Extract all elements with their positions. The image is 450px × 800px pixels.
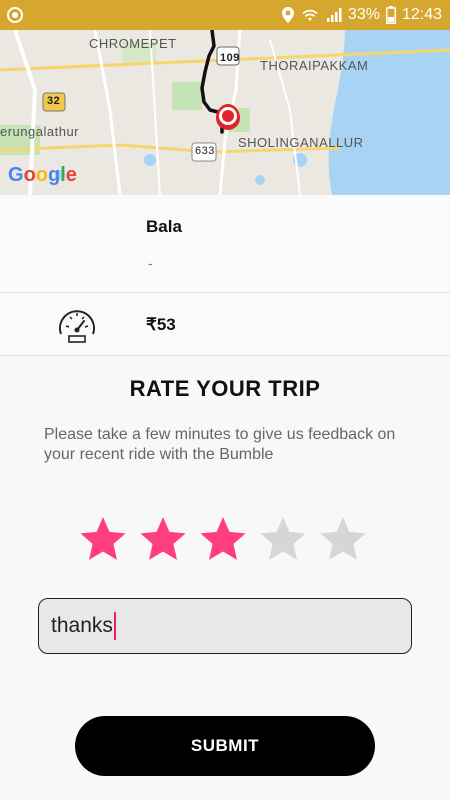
app-notification-icon	[7, 7, 23, 23]
map-label-thoraipakkam: THORAIPAKKAM	[260, 58, 369, 73]
map-label-chromepet: CHROMEPET	[89, 36, 177, 51]
feedback-input[interactable]: thanks	[38, 598, 412, 654]
submit-button[interactable]: SUBMIT	[75, 716, 375, 776]
battery-percent: 33%	[347, 6, 380, 23]
rate-title: RATE YOUR TRIP	[129, 376, 321, 401]
driver-subtitle: -	[148, 255, 153, 271]
battery-icon	[385, 6, 396, 24]
clock: 12:43	[401, 6, 442, 23]
google-logo: Google	[8, 164, 77, 186]
map-label-sholinganallur: SHOLINGANALLUR	[238, 135, 364, 150]
driver-info: Bala -	[0, 195, 450, 293]
text-cursor	[113, 612, 116, 640]
wifi-icon	[302, 9, 318, 21]
star-1-filled-icon[interactable]	[78, 514, 128, 564]
star-3-filled-icon[interactable]	[198, 514, 248, 564]
star-5-empty-icon[interactable]	[318, 514, 368, 564]
map-road-633: 633	[195, 145, 215, 157]
speedometer-icon	[59, 310, 95, 343]
star-rating[interactable]	[78, 514, 368, 564]
map-road-109: 109	[220, 52, 240, 64]
trip-map[interactable]: CHROMEPET THORAIPAKKAM erungalathur SHOL…	[0, 30, 450, 195]
driver-name: Bala	[146, 217, 182, 236]
map-label-perungalathur: erungalathur	[0, 124, 79, 139]
rate-description: Please take a few minutes to give us fee…	[44, 426, 396, 463]
signal-icon	[326, 8, 342, 22]
status-bar: 33% 12:43	[0, 0, 450, 30]
star-4-empty-icon[interactable]	[258, 514, 308, 564]
fare-info: ₹53	[0, 294, 450, 356]
fare-amount: ₹53	[146, 315, 176, 334]
feedback-text: thanks	[51, 614, 113, 637]
star-2-filled-icon[interactable]	[138, 514, 188, 564]
map-road-32: 32	[47, 95, 61, 107]
location-icon	[281, 7, 294, 23]
